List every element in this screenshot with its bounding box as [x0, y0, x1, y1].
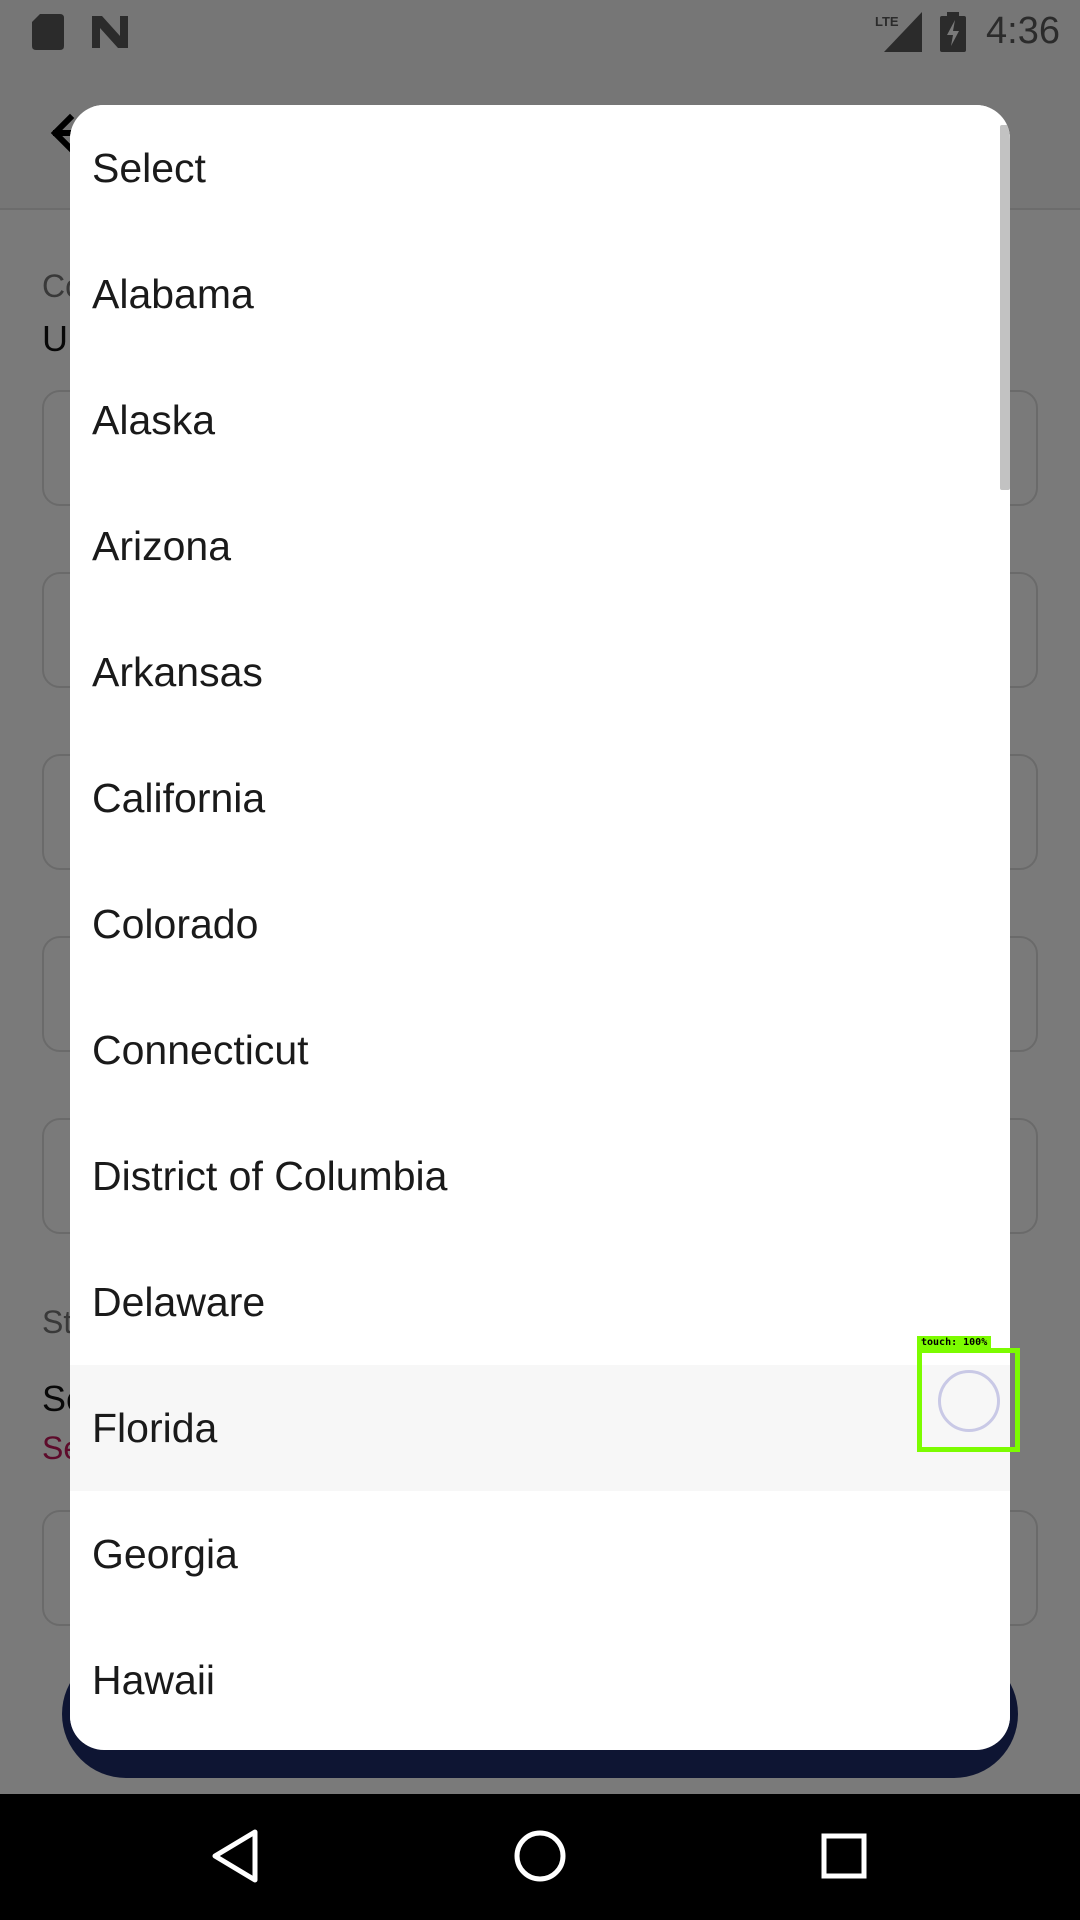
- lte-signal-icon: LTE: [875, 12, 922, 52]
- option-item[interactable]: Alabama: [70, 231, 1010, 357]
- status-bar: LTE 4:36: [0, 0, 1080, 66]
- navigation-bar: [0, 1794, 1080, 1920]
- option-item[interactable]: Arizona: [70, 483, 1010, 609]
- option-item[interactable]: Georgia: [70, 1491, 1010, 1617]
- svg-text:LTE: LTE: [875, 14, 899, 29]
- option-list[interactable]: Select Alabama Alaska Arizona Arkansas C…: [70, 105, 1010, 1743]
- home-circle-icon[interactable]: [508, 1824, 572, 1888]
- back-triangle-icon[interactable]: [205, 1824, 269, 1888]
- option-item[interactable]: Alaska: [70, 357, 1010, 483]
- option-item[interactable]: Colorado: [70, 861, 1010, 987]
- battery-charging-icon: [940, 12, 966, 52]
- option-item[interactable]: Select: [70, 105, 1010, 231]
- recents-square-icon[interactable]: [812, 1824, 876, 1888]
- n-notification-icon: [92, 16, 128, 48]
- option-item[interactable]: Connecticut: [70, 987, 1010, 1113]
- screen: Co Ur St Se Se LTE 4:36: [0, 0, 1080, 1920]
- option-item[interactable]: District of Columbia: [70, 1113, 1010, 1239]
- clock: 4:36: [986, 10, 1060, 52]
- option-item[interactable]: California: [70, 735, 1010, 861]
- state-select-dialog: Select Alabama Alaska Arizona Arkansas C…: [70, 105, 1010, 1750]
- option-item[interactable]: Hawaii: [70, 1617, 1010, 1743]
- option-item[interactable]: Arkansas: [70, 609, 1010, 735]
- touch-point-icon: [938, 1370, 1000, 1432]
- sd-card-icon: [32, 14, 64, 50]
- option-item-pressed[interactable]: Florida: [70, 1365, 1010, 1491]
- option-item[interactable]: Delaware: [70, 1239, 1010, 1365]
- scrollbar[interactable]: [1000, 125, 1010, 490]
